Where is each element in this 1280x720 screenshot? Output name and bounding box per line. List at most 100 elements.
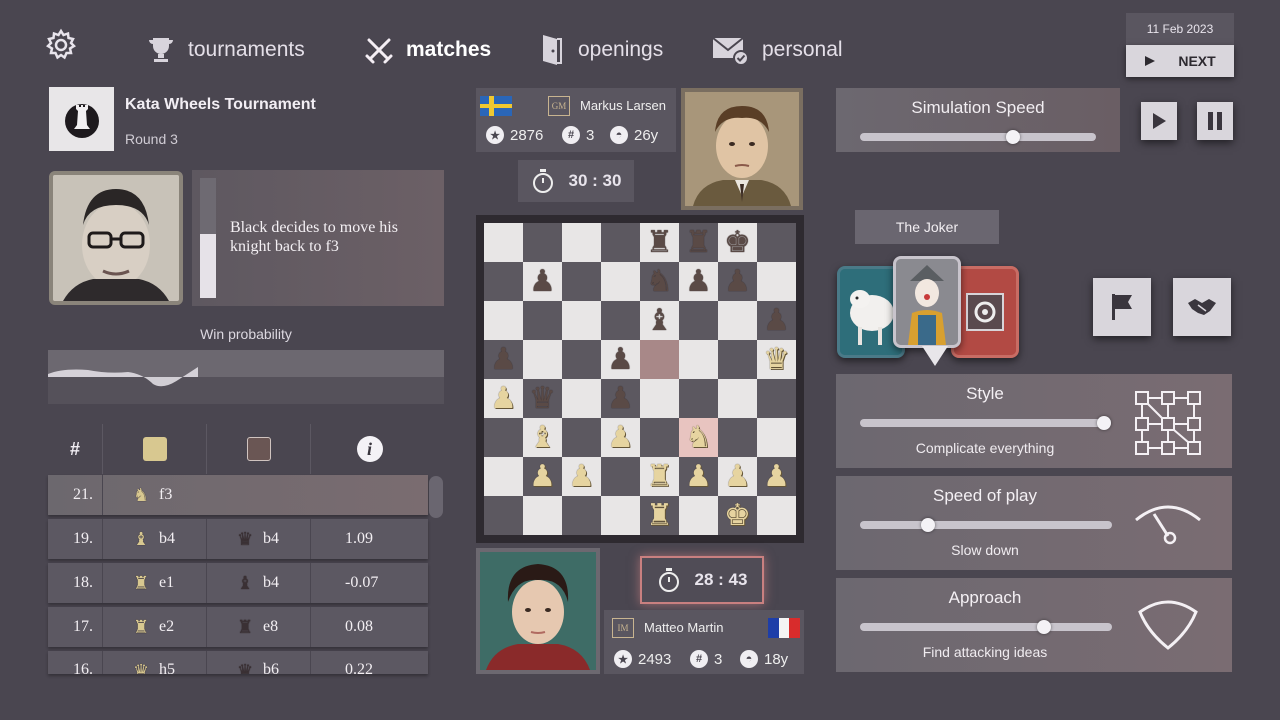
board-square[interactable] — [562, 340, 601, 379]
black-pawn-piece[interactable]: ♟ — [607, 344, 634, 375]
board-square[interactable] — [757, 223, 796, 262]
board-square[interactable]: ♚ — [718, 223, 757, 262]
board-square[interactable]: ♚ — [718, 496, 757, 535]
board-square[interactable] — [484, 457, 523, 496]
black-knight-piece[interactable]: ♞ — [646, 266, 673, 297]
board-square[interactable]: ♟ — [484, 379, 523, 418]
nav-tournaments[interactable]: tournaments — [144, 28, 305, 72]
style-slider-knob[interactable] — [1097, 416, 1111, 430]
board-square[interactable] — [601, 223, 640, 262]
black-rook-piece[interactable]: ♜ — [685, 227, 712, 258]
speed-of-play-knob[interactable] — [921, 518, 936, 532]
black-pawn-piece[interactable]: ♟ — [685, 266, 712, 297]
board-square[interactable] — [757, 496, 796, 535]
black-bishop-piece[interactable]: ♝ — [646, 305, 673, 336]
board-square[interactable]: ♜ — [679, 223, 718, 262]
info-icon[interactable]: i — [356, 436, 383, 462]
simulation-speed-track[interactable] — [860, 133, 1096, 141]
joker-card[interactable] — [893, 256, 961, 348]
board-square[interactable] — [523, 301, 562, 340]
board-square[interactable] — [718, 301, 757, 340]
board-square[interactable]: ♟ — [718, 262, 757, 301]
board-square[interactable] — [679, 379, 718, 418]
white-rook-piece[interactable]: ♜ — [646, 461, 673, 492]
board-square[interactable]: ♟ — [601, 340, 640, 379]
chess-board[interactable]: ♜ ♜ ♚ ♟ ♞ ♟ ♟ ♝ ♟ ♟ ♟ ♛ ♟ ♛ ♟ ♝ ♟ ♞ ♟ ♟ ♜ ♟ ♟ ♟ ♜ ♚ — [484, 223, 796, 535]
offer-draw-button[interactable] — [1173, 278, 1231, 336]
board-square[interactable]: ♝ — [640, 301, 679, 340]
board-square[interactable] — [601, 496, 640, 535]
board-square[interactable] — [679, 340, 718, 379]
board-square[interactable] — [562, 223, 601, 262]
board-square[interactable]: ♟ — [679, 457, 718, 496]
board-square[interactable]: ♟ — [484, 340, 523, 379]
board-square[interactable] — [562, 262, 601, 301]
white-king-piece[interactable]: ♚ — [724, 500, 751, 531]
board-square[interactable] — [718, 379, 757, 418]
black-queen-piece[interactable]: ♛ — [529, 383, 556, 414]
board-square[interactable] — [601, 301, 640, 340]
board-square[interactable]: ♟ — [562, 457, 601, 496]
board-square[interactable] — [484, 496, 523, 535]
board-square[interactable] — [757, 379, 796, 418]
black-pawn-piece[interactable]: ♟ — [607, 383, 634, 414]
nav-personal[interactable]: personal — [710, 28, 843, 72]
black-rook-piece[interactable]: ♜ — [646, 227, 673, 258]
board-square[interactable]: ♜ — [640, 457, 679, 496]
white-pawn-piece[interactable]: ♟ — [763, 461, 790, 492]
black-king-piece[interactable]: ♚ — [724, 227, 751, 258]
white-pawn-piece[interactable]: ♟ — [568, 461, 595, 492]
approach-knob[interactable] — [1036, 620, 1051, 634]
board-square[interactable]: ♛ — [757, 340, 796, 379]
next-button[interactable]: NEXT — [1126, 45, 1234, 77]
board-square[interactable] — [640, 418, 679, 457]
pause-button[interactable] — [1197, 102, 1233, 140]
board-square[interactable] — [718, 340, 757, 379]
moves-scrollbar[interactable] — [429, 476, 443, 518]
board-square[interactable]: ♞ — [640, 262, 679, 301]
board-square[interactable] — [484, 262, 523, 301]
board-square[interactable] — [484, 223, 523, 262]
board-square[interactable]: ♞ — [679, 418, 718, 457]
board-square[interactable] — [484, 418, 523, 457]
board-square[interactable]: ♟ — [601, 379, 640, 418]
nav-openings[interactable]: openings — [534, 28, 663, 72]
board-square[interactable] — [523, 223, 562, 262]
nav-matches[interactable]: matches — [362, 28, 491, 72]
board-square[interactable] — [484, 301, 523, 340]
board-square[interactable]: ♜ — [640, 496, 679, 535]
board-square[interactable]: ♟ — [679, 262, 718, 301]
board-square[interactable] — [601, 262, 640, 301]
board-square[interactable]: ♟ — [718, 457, 757, 496]
board-square[interactable] — [757, 262, 796, 301]
white-pawn-piece[interactable]: ♟ — [529, 461, 556, 492]
speed-of-play-track[interactable] — [860, 521, 1112, 529]
move-row[interactable]: 17. ♜ e2 ♜ e8 0.08 — [48, 607, 428, 647]
resign-flag-button[interactable] — [1093, 278, 1151, 336]
board-square[interactable]: ♟ — [523, 262, 562, 301]
board-square[interactable]: ♟ — [601, 418, 640, 457]
move-row[interactable]: 18. ♜ e1 ♝ b4 -0.07 — [48, 563, 428, 603]
black-pawn-piece[interactable]: ♟ — [529, 266, 556, 297]
board-square[interactable] — [523, 340, 562, 379]
board-square[interactable]: ♛ — [523, 379, 562, 418]
board-square[interactable] — [562, 418, 601, 457]
board-square[interactable] — [757, 418, 796, 457]
black-pawn-piece[interactable]: ♟ — [724, 266, 751, 297]
board-square[interactable] — [562, 496, 601, 535]
board-square[interactable]: ♟ — [757, 301, 796, 340]
target-card[interactable] — [951, 266, 1019, 358]
board-square[interactable] — [601, 457, 640, 496]
white-pawn-piece[interactable]: ♟ — [607, 422, 634, 453]
white-bishop-piece[interactable]: ♝ — [529, 422, 556, 453]
move-row[interactable]: 21. ♞ f3 — [48, 475, 428, 515]
board-square[interactable] — [679, 496, 718, 535]
board-square[interactable]: ♝ — [523, 418, 562, 457]
board-square[interactable]: ♟ — [523, 457, 562, 496]
play-button[interactable] — [1141, 102, 1177, 140]
board-square[interactable] — [679, 301, 718, 340]
black-pawn-piece[interactable]: ♟ — [763, 305, 790, 336]
move-row[interactable]: 16. ♛ h5 ♛ b6 0.22 — [48, 651, 428, 674]
white-pawn-piece[interactable]: ♟ — [490, 383, 517, 414]
board-square[interactable] — [523, 496, 562, 535]
